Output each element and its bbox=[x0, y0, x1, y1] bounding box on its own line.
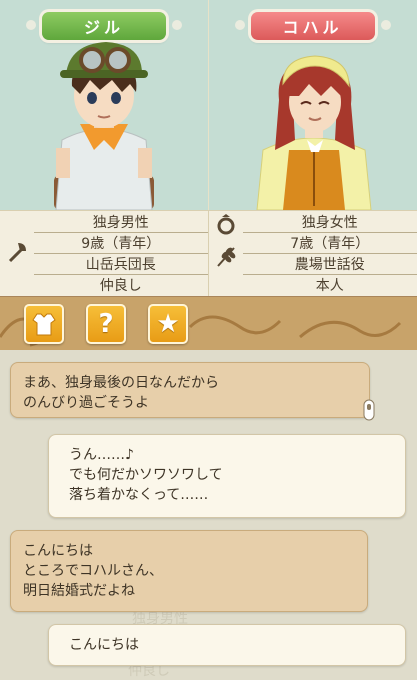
chat-bubble-left: まあ、独身最後の日なんだから のんびり過ごそうよ bbox=[10, 362, 370, 418]
info-job-left: 山岳兵団長 bbox=[34, 253, 208, 275]
wheat-icon bbox=[216, 247, 235, 267]
message-line: 落ち着かなくって…… bbox=[69, 487, 209, 503]
ring-icon bbox=[217, 214, 234, 235]
portrait-left[interactable]: ジル bbox=[0, 0, 209, 210]
message-line: うん……♪ bbox=[69, 447, 134, 463]
tab-help[interactable]: ? bbox=[86, 304, 126, 344]
chat-bubble-right: こんにちは bbox=[48, 624, 406, 666]
help-icon: ? bbox=[98, 309, 114, 339]
info-age-left: 9歳（青年） bbox=[34, 232, 208, 254]
message-line: ところでコハルさん、 bbox=[23, 563, 163, 579]
tab-outfit[interactable] bbox=[24, 304, 64, 344]
info-relation-right: 本人 bbox=[315, 277, 344, 294]
message-line: のんびり過ごそうよ bbox=[23, 395, 149, 411]
message-line: 明日結婚式だよね bbox=[23, 583, 135, 599]
axe-icon bbox=[8, 243, 26, 263]
tab-favorite[interactable]: ★ bbox=[148, 304, 188, 344]
game-screen: ジル コハル 独身男性 9歳（青年） 山岳兵団長 仲良し 独身女性 7歳（青年）… bbox=[0, 0, 417, 680]
boy-character-figure bbox=[54, 42, 154, 210]
character-portraits: ジル コハル bbox=[0, 0, 417, 210]
message-line: こんにちは bbox=[69, 637, 139, 653]
shirt-icon bbox=[32, 313, 56, 336]
message-line: でも何だかソワソワして bbox=[69, 467, 223, 483]
info-job-right: 農場世話役 bbox=[242, 253, 417, 275]
menu-tab-bar: ? ★ bbox=[0, 296, 417, 352]
scroll-indicator-icon[interactable] bbox=[362, 398, 376, 422]
info-column-right: 独身女性 7歳（青年） 農場世話役 本人 bbox=[209, 211, 417, 297]
info-status-right: 独身女性 bbox=[242, 211, 417, 233]
info-age-right: 7歳（青年） bbox=[242, 232, 417, 254]
info-column-left: 独身男性 9歳（青年） 山岳兵団長 仲良し bbox=[0, 211, 209, 297]
info-relation-left: 仲良し bbox=[99, 277, 142, 294]
chat-bubble-right: うん……♪ でも何だかソワソワして 落ち着かなくって…… bbox=[48, 434, 406, 518]
message-line: まあ、独身最後の日なんだから bbox=[23, 375, 219, 391]
message-line: こんにちは bbox=[23, 543, 93, 559]
conversation-log[interactable]: 独身男性 仲良し まあ、独身最後の日なんだから のんびり過ごそうよ うん……♪ … bbox=[0, 350, 417, 680]
portrait-right[interactable]: コハル bbox=[208, 0, 417, 210]
star-icon: ★ bbox=[156, 309, 180, 339]
info-status-left: 独身男性 bbox=[34, 211, 208, 233]
character-info-table: 独身男性 9歳（青年） 山岳兵団長 仲良し 独身女性 7歳（青年） 農場世話役 … bbox=[0, 210, 417, 297]
girl-character-figure bbox=[255, 55, 372, 210]
chat-bubble-left: こんにちは ところでコハルさん、 明日結婚式だよね bbox=[10, 530, 368, 612]
